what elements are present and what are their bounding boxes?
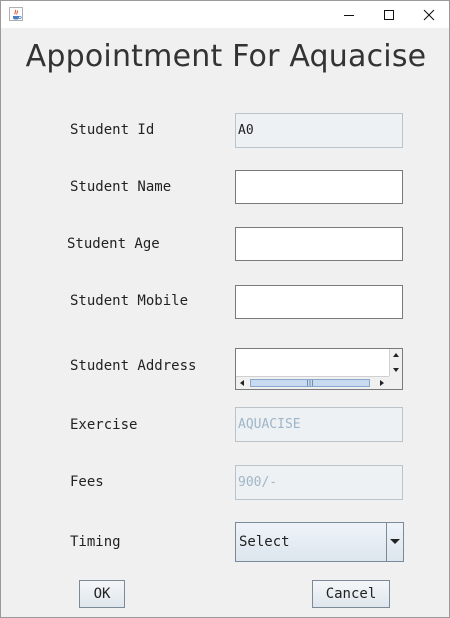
- maximize-icon: [384, 9, 394, 20]
- student-address-textarea[interactable]: [236, 349, 390, 375]
- student-name-label: Student Name: [70, 179, 172, 195]
- student-address-label: Student Address: [70, 358, 197, 374]
- exercise-label: Exercise: [70, 417, 138, 433]
- student-mobile-field[interactable]: [235, 285, 403, 319]
- timing-combobox[interactable]: Select: [235, 522, 404, 562]
- fees-field: [235, 465, 403, 500]
- timing-selected-value: Select: [239, 534, 290, 550]
- maximize-button[interactable]: [369, 1, 409, 28]
- horizontal-scroll-thumb[interactable]: [250, 379, 370, 387]
- student-id-label: Student Id: [70, 122, 155, 138]
- exercise-field: [235, 407, 403, 442]
- minimize-icon: [344, 14, 354, 16]
- scroll-arrows-icon: [393, 353, 399, 372]
- java-app-icon: [9, 7, 23, 21]
- cancel-button[interactable]: Cancel: [312, 580, 390, 608]
- timing-dropdown-button[interactable]: [386, 523, 403, 561]
- student-id-field[interactable]: [235, 113, 403, 148]
- student-name-field[interactable]: [235, 170, 403, 204]
- student-age-label: Student Age: [67, 236, 160, 252]
- scroll-left-icon: [240, 380, 244, 386]
- appointment-window: Appointment For Aquacise Student Id Stud…: [0, 0, 450, 618]
- address-vertical-scrollbar[interactable]: [389, 349, 402, 377]
- scroll-corner: [389, 376, 402, 389]
- fees-label: Fees: [70, 474, 104, 490]
- timing-label: Timing: [70, 534, 121, 550]
- student-mobile-label: Student Mobile: [70, 293, 189, 309]
- student-age-field[interactable]: [235, 227, 403, 261]
- ok-button[interactable]: OK: [79, 580, 125, 608]
- grip-icon: [307, 380, 313, 386]
- title-bar[interactable]: [1, 1, 449, 28]
- minimize-button[interactable]: [329, 1, 369, 28]
- scroll-right-icon: [380, 380, 384, 386]
- close-icon: [423, 9, 435, 20]
- close-button[interactable]: [409, 1, 449, 28]
- page-title: Appointment For Aquacise: [25, 39, 427, 74]
- student-address-scrollpane: [235, 348, 403, 390]
- address-horizontal-scrollbar[interactable]: [236, 376, 390, 389]
- chevron-down-icon: [390, 539, 400, 544]
